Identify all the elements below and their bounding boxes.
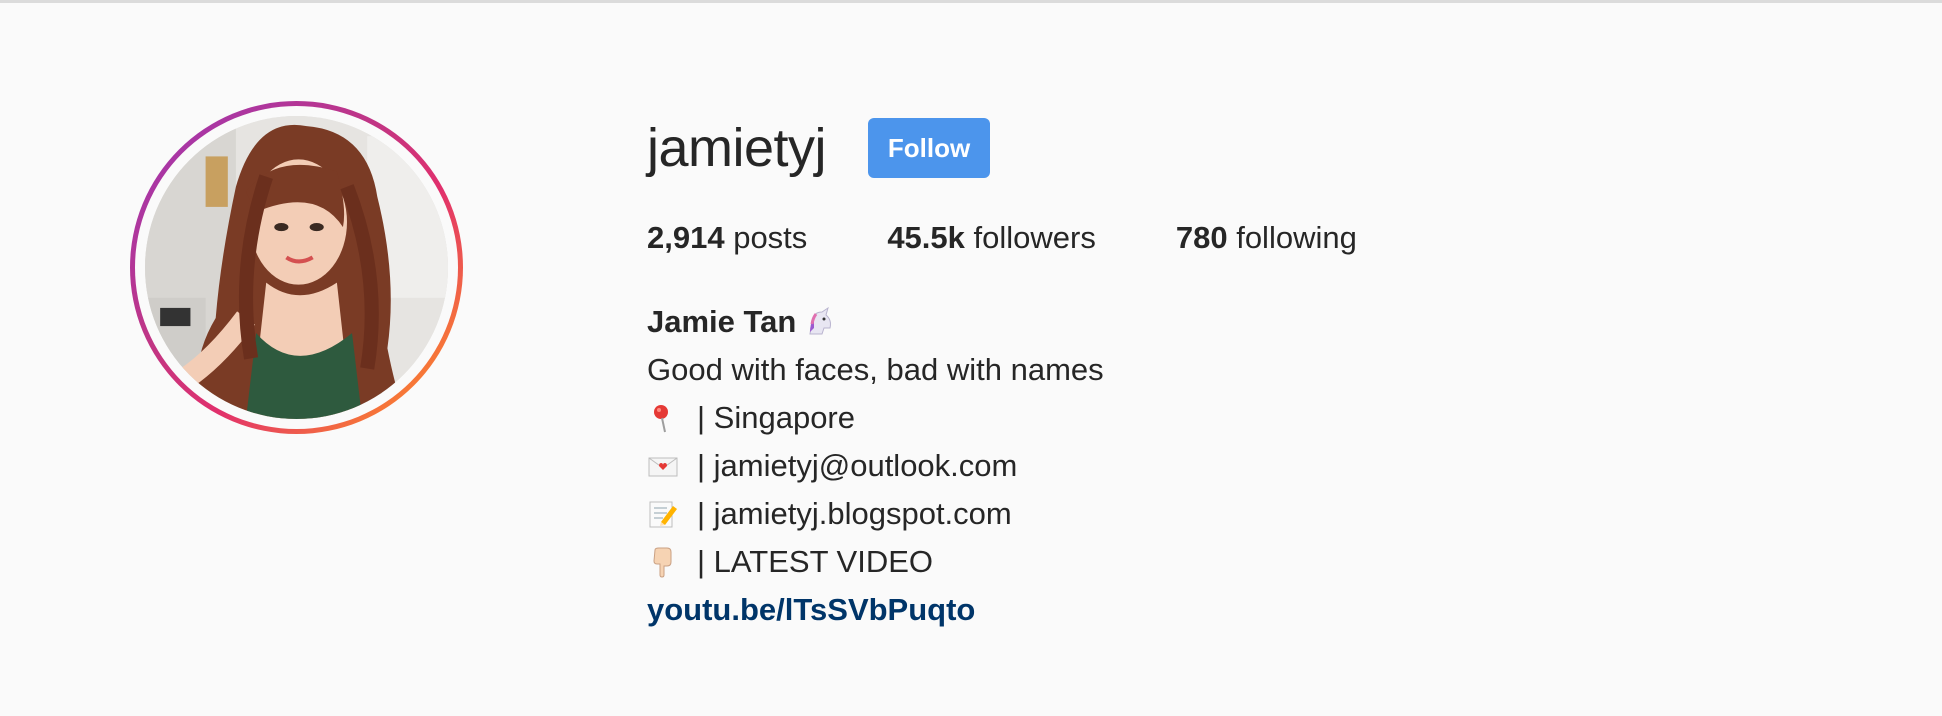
profile-avatar[interactable] xyxy=(130,101,463,434)
following-count: 780 xyxy=(1175,220,1228,255)
top-divider xyxy=(0,0,1942,3)
followers-count: 45.5k xyxy=(887,220,965,255)
bio-name-line: Jamie Tan xyxy=(647,298,1104,346)
profile-bio: Jamie Tan Good with faces, bad with name… xyxy=(647,298,1104,634)
posts-stat: 2,914 posts xyxy=(647,218,807,258)
bio-blog-line: | jamietyj.blogspot.com xyxy=(647,490,1104,538)
love-letter-icon xyxy=(647,450,679,482)
avatar-photo xyxy=(145,116,448,419)
profile-stats: 2,914 posts 45.5k followers 780 followin… xyxy=(647,218,1437,258)
unicorn-icon xyxy=(804,306,836,338)
bio-video-line: | LATEST VIDEO xyxy=(647,538,1104,586)
following-stat[interactable]: 780 following xyxy=(1176,218,1357,258)
posts-count: 2,914 xyxy=(647,220,725,255)
bio-location-line: | Singapore xyxy=(647,394,1104,442)
full-name: Jamie Tan xyxy=(647,304,797,339)
pointing-down-icon xyxy=(647,546,679,578)
pin-icon xyxy=(647,402,679,434)
bio-link[interactable]: youtu.be/lTsSVbPuqto xyxy=(647,586,975,634)
posts-label: posts xyxy=(733,220,808,255)
follow-button[interactable]: Follow xyxy=(868,118,991,178)
bio-email-line: | jamietyj@outlook.com xyxy=(647,442,1104,490)
followers-label: followers xyxy=(973,220,1096,255)
bio-tagline: Good with faces, bad with names xyxy=(647,352,1104,387)
bio-link-line: youtu.be/lTsSVbPuqto xyxy=(647,586,1104,634)
followers-stat[interactable]: 45.5k followers xyxy=(887,218,1096,258)
profile-header: jamietyj Follow xyxy=(647,118,991,178)
following-label: following xyxy=(1236,220,1357,255)
username: jamietyj xyxy=(647,118,827,178)
memo-icon xyxy=(647,498,679,530)
